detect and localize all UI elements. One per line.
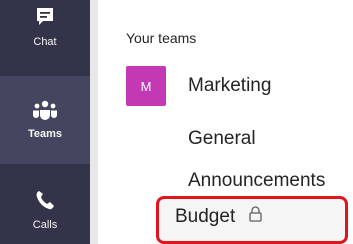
rail-item-teams[interactable]: Teams: [0, 76, 90, 164]
section-title: Your teams: [126, 30, 197, 46]
rail-item-chat[interactable]: Chat: [0, 0, 90, 78]
chat-icon: [34, 6, 56, 33]
teams-panel: Your teams M Marketing General Announcem…: [98, 0, 353, 244]
rail-divider: [90, 0, 98, 244]
rail-item-calls[interactable]: Calls: [0, 176, 90, 244]
team-avatar: M: [126, 66, 166, 106]
rail-item-teams-label: Teams: [27, 128, 63, 140]
channel-general[interactable]: General: [188, 128, 256, 150]
team-name: Marketing: [188, 75, 272, 96]
channel-budget-label: Budget: [175, 206, 236, 227]
channel-announcements[interactable]: Announcements: [188, 170, 325, 192]
calls-icon: [34, 189, 56, 216]
lock-icon: [249, 206, 262, 228]
app-rail: Chat Teams Calls: [0, 0, 98, 244]
teams-icon: [32, 100, 58, 125]
team-item-marketing[interactable]: M Marketing: [126, 66, 271, 106]
rail-item-chat-label: Chat: [33, 36, 57, 48]
channel-budget[interactable]: Budget: [156, 196, 348, 244]
rail-item-calls-label: Calls: [32, 219, 58, 231]
